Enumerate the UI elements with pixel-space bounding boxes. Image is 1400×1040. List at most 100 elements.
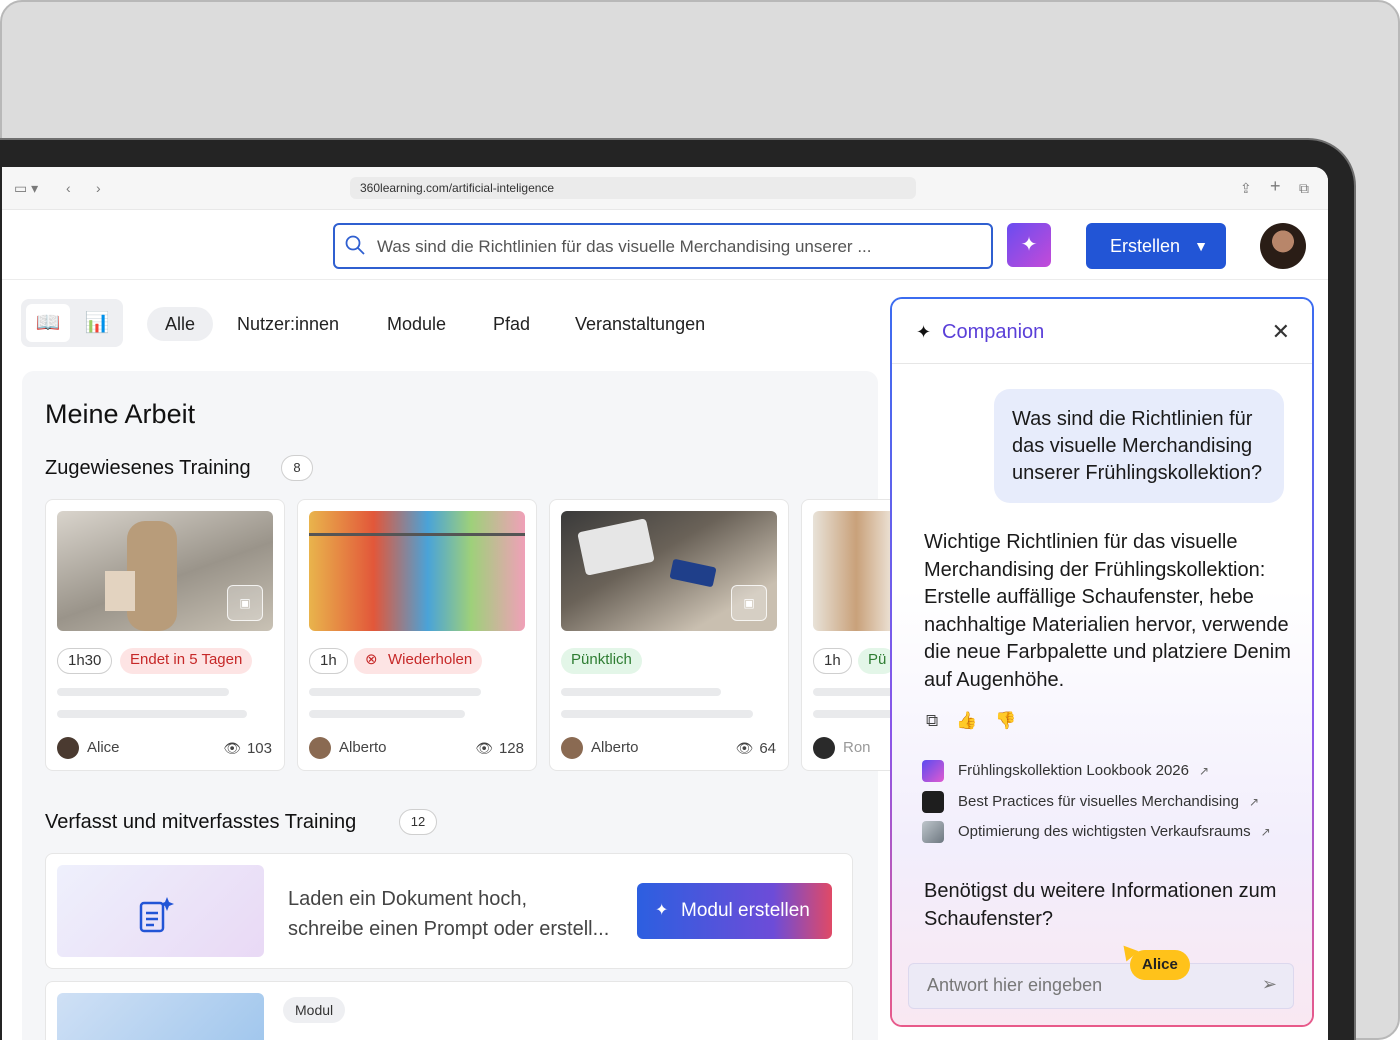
view-count: 👁 128 [475, 736, 524, 761]
eye-icon: 👁 [475, 740, 493, 756]
page-title: Meine Arbeit [45, 399, 196, 429]
filter-path[interactable]: Pfad [493, 307, 530, 341]
placeholder-line [561, 688, 721, 696]
send-icon[interactable]: ➢ [1262, 974, 1277, 995]
author: Alberto [561, 736, 639, 760]
placeholder-line [309, 710, 465, 718]
forward-icon[interactable]: › [96, 179, 101, 197]
retry-icon: ⊗ [365, 651, 378, 668]
search-icon [345, 235, 365, 255]
assistant-answer: Wichtige Richtlinien für das visuelle Me… [924, 531, 1291, 691]
source-title: Frühlingskollektion Lookbook 2026 [958, 762, 1189, 779]
source-link[interactable]: Frühlingskollektion Lookbook 2026 ↗ [922, 759, 1209, 783]
external-link-icon: ↗ [1248, 795, 1260, 809]
address-bar[interactable]: 360learning.com/artificial-inteligence [350, 177, 916, 199]
cursor-label: Alice [1142, 956, 1178, 973]
filter-users[interactable]: Nutzer:innen [237, 307, 339, 341]
view-count: 👁 64 [736, 736, 776, 761]
placeholder-line [57, 710, 247, 718]
duration-badge: 1h [309, 648, 348, 674]
user-avatar[interactable] [1260, 223, 1306, 269]
search-bar[interactable]: Was sind die Richtlinien für das visuell… [333, 223, 993, 269]
module-card[interactable]: Modul [45, 981, 853, 1040]
card-image: ▣ [57, 511, 273, 631]
filter-modules[interactable]: Module [387, 307, 446, 341]
training-card[interactable]: ▣ Pünktlich Alberto 👁 64 [549, 499, 789, 771]
module-image [57, 993, 264, 1040]
companion-body: ✦ Companion ✕ Was sind die Richtlinien f… [892, 299, 1312, 1025]
sidebar-toggle-icon[interactable]: ▭ ▾ [14, 179, 38, 197]
duration-badge: 1h30 [57, 648, 113, 674]
promo-text-line: schreibe einen Prompt oder erstell... [288, 918, 610, 940]
author: Alberto [309, 736, 387, 760]
placeholder-line [309, 688, 481, 696]
browser-toolbar: ▭ ▾ ‹ › 360learning.com/artificial-intel… [2, 167, 1328, 210]
training-card[interactable]: 1h ⊗ Wiederholen Alberto 👁 128 [297, 499, 537, 771]
sparkle-icon: ✦ [1020, 234, 1038, 256]
ai-sparkle-button[interactable]: ✦ [1007, 223, 1051, 267]
author-name: Alberto [339, 739, 387, 756]
author: Alice [57, 736, 120, 760]
share-icon[interactable]: ⇪ [1240, 179, 1252, 197]
source-thumbnail [922, 760, 944, 782]
status-badge: ⊗ Wiederholen [354, 648, 483, 674]
eye-icon: 👁 [223, 740, 241, 756]
views-value: 128 [498, 740, 524, 757]
external-link-icon: ↗ [1198, 764, 1210, 778]
view-switcher: 📖 📊 [21, 299, 123, 347]
status-badge: Endet in 5 Tagen [120, 648, 253, 674]
new-tab-icon[interactable]: + [1270, 177, 1281, 195]
create-module-label: Modul erstellen [681, 900, 810, 921]
source-thumbnail [922, 791, 944, 813]
author-avatar [561, 737, 583, 759]
views-value: 103 [246, 740, 272, 757]
author: Ron [813, 736, 871, 760]
my-work-panel: Meine Arbeit Zugewiesenes Training 8 ▣ 1… [22, 371, 1041, 1040]
collaborator-cursor: Alice [1117, 940, 1190, 980]
back-icon[interactable]: ‹ [66, 179, 71, 197]
authored-count-badge: 12 [399, 809, 437, 835]
source-link[interactable]: Best Practices für visuelles Merchandisi… [922, 790, 1259, 814]
author-name: Alberto [591, 739, 639, 756]
promo-text-line: Laden ein Dokument hoch, [288, 888, 528, 910]
source-title: Best Practices für visuelles Merchandisi… [958, 793, 1239, 810]
companion-panel: ✦ Companion ✕ Was sind die Richtlinien f… [890, 297, 1314, 1027]
payment-terminal-screen [577, 518, 655, 576]
filter-all[interactable]: Alle [147, 307, 214, 341]
create-button[interactable]: Erstellen ▼ [1086, 223, 1226, 269]
sparkle-icon: ✦ [916, 322, 932, 342]
source-link[interactable]: Optimierung des wichtigsten Verkaufsraum… [922, 820, 1271, 844]
payment-card [669, 558, 717, 588]
promo-text: Laden ein Dokument hoch, schreibe einen … [288, 884, 609, 944]
create-button-label: Erstellen [1110, 236, 1181, 256]
create-module-button[interactable]: ✦ Modul erstellen [637, 883, 832, 939]
reply-input[interactable]: Antwort hier eingeben ➢ [908, 963, 1294, 1009]
source-thumbnail [922, 821, 944, 843]
card-image: ▣ [561, 511, 777, 631]
placeholder-line [57, 688, 229, 696]
author-name: Ron [843, 739, 871, 756]
book-icon[interactable]: 📖 [26, 304, 70, 342]
author-name: Alice [87, 739, 120, 756]
chart-icon[interactable]: 📊 [77, 304, 117, 342]
card-image [309, 511, 525, 631]
close-icon[interactable]: ✕ [1272, 319, 1290, 345]
thumbs-down-icon[interactable]: 👎 [995, 711, 1034, 730]
duration-badge: 1h [813, 648, 852, 674]
assistant-followup: Benötigst du weitere Informationen zum S… [924, 880, 1277, 930]
shopping-bag [105, 571, 135, 611]
tabs-overview-icon[interactable]: ⧉ [1299, 179, 1309, 197]
chevron-down-icon: ▼ [1194, 238, 1208, 254]
divider [892, 363, 1312, 364]
create-module-promo: Laden ein Dokument hoch, schreibe einen … [45, 853, 853, 969]
reply-placeholder: Antwort hier eingeben [927, 975, 1103, 995]
training-card[interactable]: ▣ 1h30 Endet in 5 Tagen Alice 👁 103 [45, 499, 285, 771]
assigned-training-title: Zugewiesenes Training [45, 457, 251, 479]
authored-training-title: Verfasst und mitverfasstes Training [45, 811, 357, 833]
sparkle-icon: ✦ [655, 902, 669, 919]
search-input[interactable]: Was sind die Richtlinien für das visuell… [377, 237, 872, 257]
filter-events[interactable]: Veranstaltungen [575, 307, 705, 341]
eye-icon: 👁 [735, 740, 754, 756]
thumbs-up-icon[interactable]: 👍 [956, 711, 995, 730]
copy-icon[interactable]: ⧉ [926, 711, 956, 730]
